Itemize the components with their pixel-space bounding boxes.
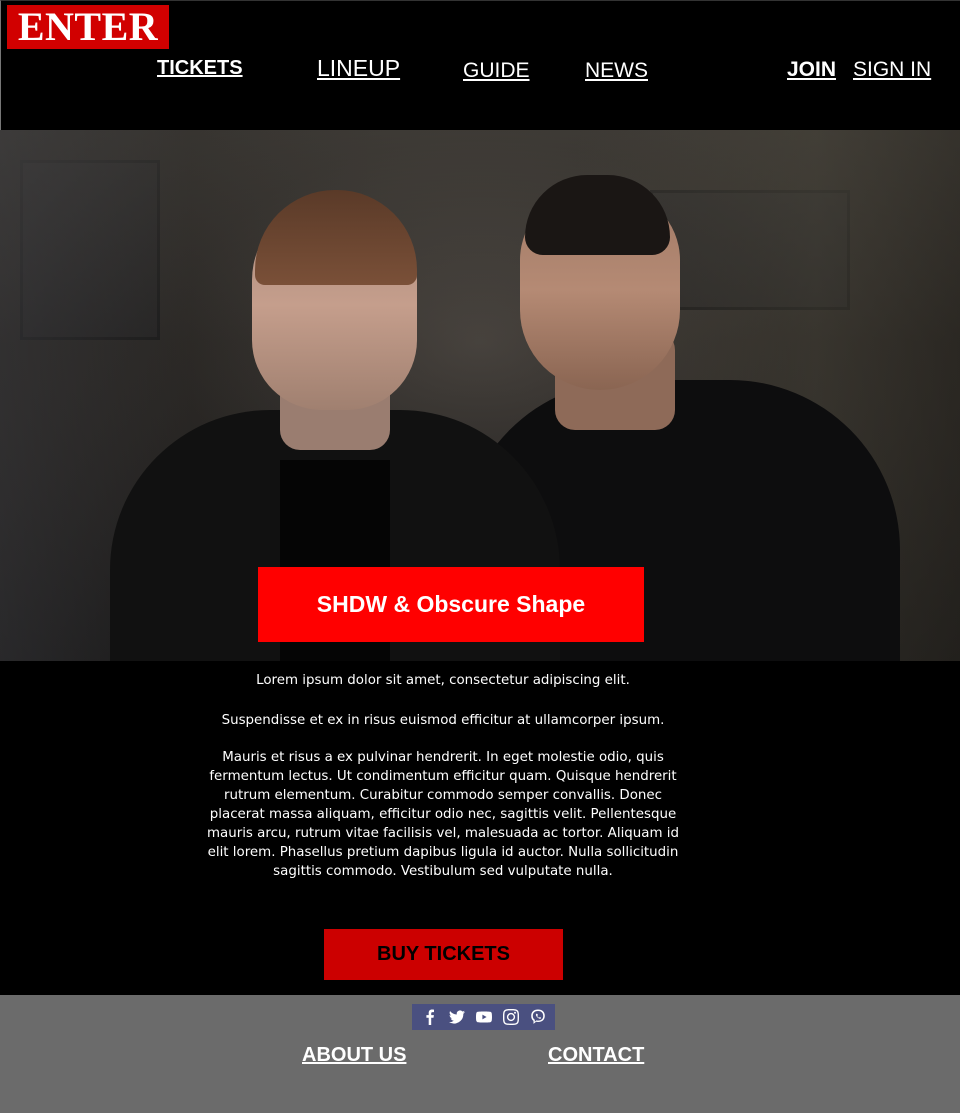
hero-banner: SHDW & Obscure Shape bbox=[0, 130, 960, 661]
sign-in-link[interactable]: SIGN IN bbox=[853, 58, 931, 82]
viber-icon[interactable] bbox=[530, 1009, 546, 1025]
nav-guide-link[interactable]: GUIDE bbox=[463, 59, 530, 83]
facebook-icon[interactable] bbox=[422, 1009, 438, 1025]
site-logo[interactable]: ENTER bbox=[7, 5, 169, 49]
description-paragraph: Lorem ipsum dolor sit amet, consectetur … bbox=[256, 673, 630, 688]
contact-link[interactable]: CONTACT bbox=[548, 1044, 644, 1067]
twitter-icon[interactable] bbox=[448, 1009, 465, 1025]
social-links bbox=[412, 1004, 555, 1030]
site-footer: ABOUT US CONTACT bbox=[0, 995, 960, 1113]
instagram-icon[interactable] bbox=[502, 1009, 519, 1025]
event-description: Lorem ipsum dolor sit amet, consectetur … bbox=[0, 661, 960, 995]
join-link[interactable]: JOIN bbox=[787, 58, 836, 82]
buy-tickets-button[interactable]: BUY TICKETS bbox=[324, 929, 563, 980]
nav-tickets-link[interactable]: TICKETS bbox=[157, 57, 243, 80]
nav-lineup-link[interactable]: LINEUP bbox=[317, 55, 400, 82]
nav-news-link[interactable]: NEWS bbox=[585, 59, 648, 83]
description-paragraph: Mauris et risus a ex pulvinar hendrerit.… bbox=[206, 750, 680, 879]
description-paragraph: Suspendisse et ex in risus euismod effic… bbox=[221, 713, 665, 728]
artist-title: SHDW & Obscure Shape bbox=[258, 567, 644, 642]
youtube-icon[interactable] bbox=[475, 1009, 492, 1025]
site-header: ENTER TICKETS LINEUP GUIDE NEWS JOIN SIG… bbox=[0, 0, 960, 130]
about-us-link[interactable]: ABOUT US bbox=[302, 1044, 406, 1067]
